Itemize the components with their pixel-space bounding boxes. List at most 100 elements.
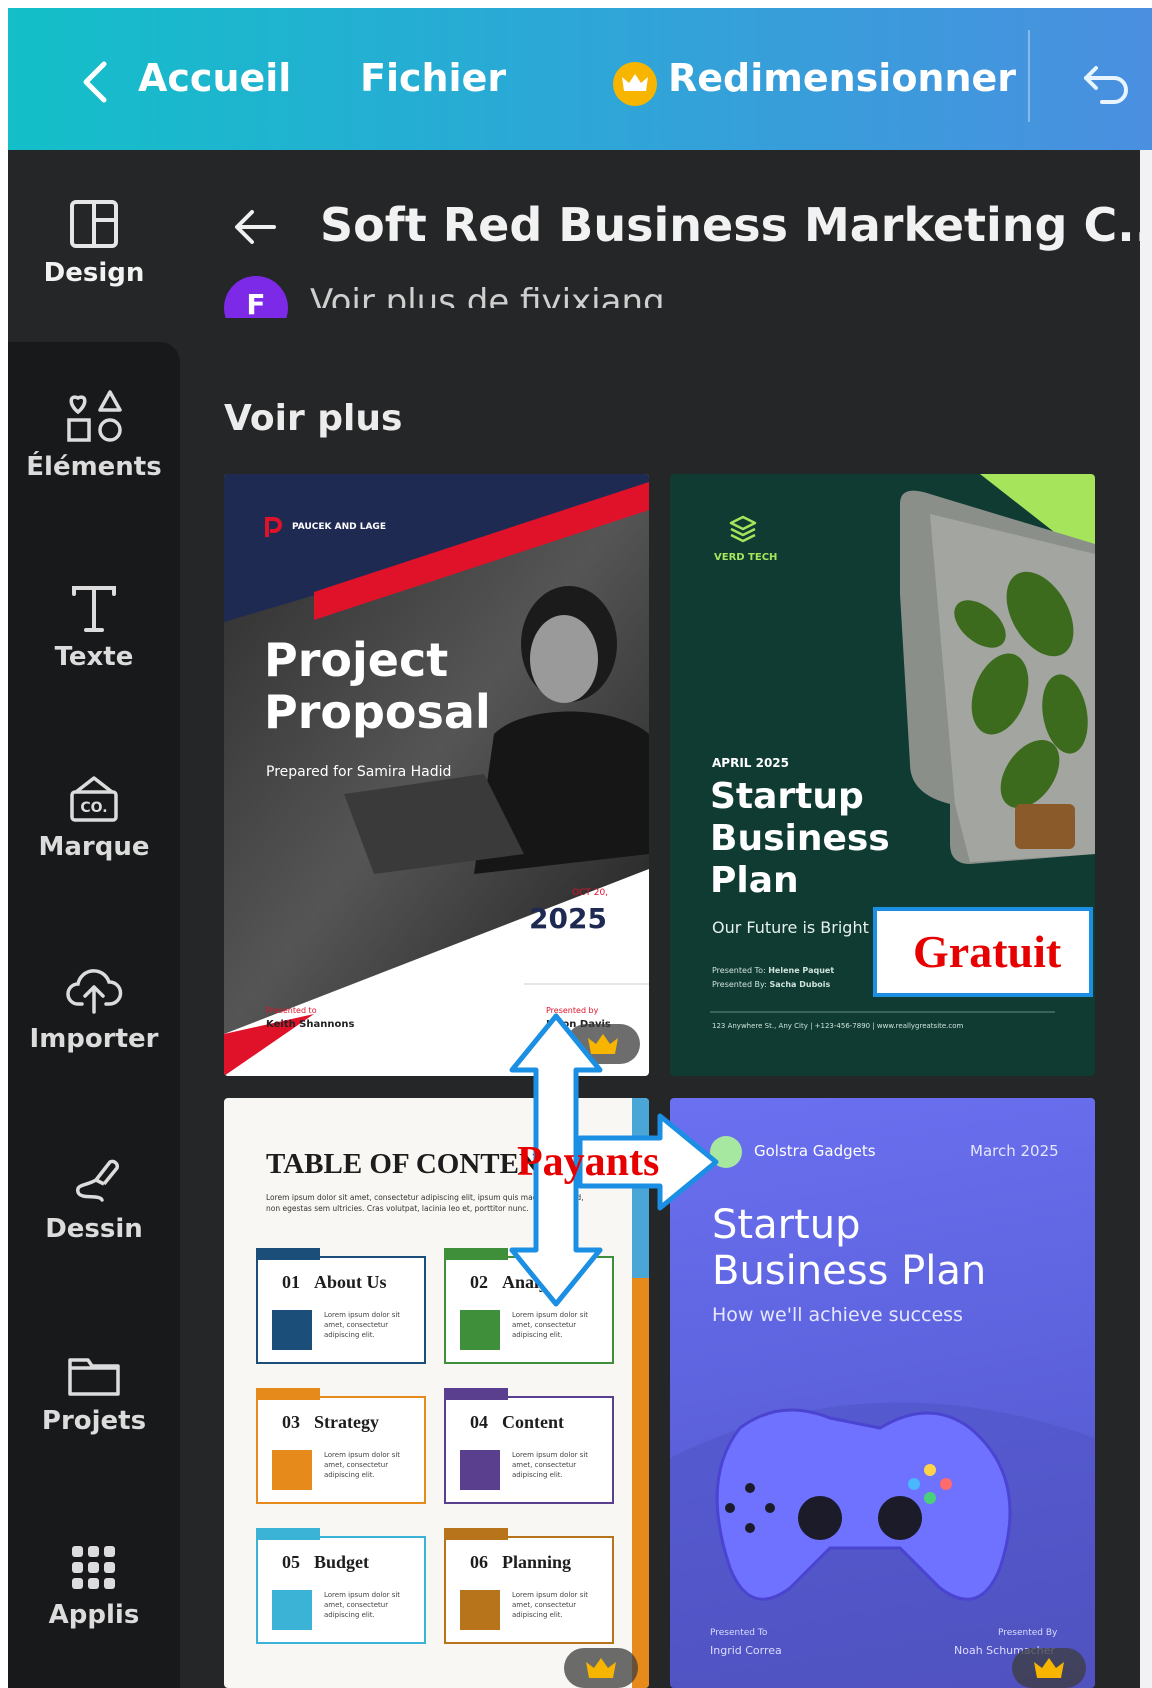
apps-grid-icon xyxy=(72,1546,115,1589)
toc-label: Analysis xyxy=(502,1272,568,1292)
brand-logo-icon xyxy=(710,1136,742,1168)
premium-badge xyxy=(564,1648,638,1688)
toc-tab xyxy=(256,1388,320,1400)
template-label: Presented to xyxy=(266,1006,317,1015)
free-annotation: Gratuit xyxy=(913,926,1062,977)
free-annotation-box: Gratuit xyxy=(873,907,1093,997)
sidebar-item-label: Texte xyxy=(54,642,134,672)
sidebar-item-label: Applis xyxy=(48,1600,140,1630)
brand-logo-icon xyxy=(729,515,757,543)
sidebar-item-label: Marque xyxy=(38,832,150,862)
toc-tab xyxy=(256,1248,320,1260)
brand-logo-icon xyxy=(265,517,282,537)
home-button[interactable]: Accueil xyxy=(138,56,291,100)
canvas-edge xyxy=(1140,150,1152,1688)
toc-item: 05 Budget Lorem ipsum dolor sit amet, cons… xyxy=(256,1528,426,1644)
sidebar-item-label: Importer xyxy=(29,1024,159,1054)
template-presented-by: Presented By: Sacha Dubois xyxy=(712,980,831,989)
toc-item-icon xyxy=(272,1590,312,1630)
toc-number: 04 xyxy=(470,1412,488,1432)
toc-label: About Us xyxy=(314,1272,387,1292)
shapes-icon xyxy=(67,390,122,442)
toc-heading: 04 Content xyxy=(470,1412,564,1433)
panel-title: Soft Red Business Marketing C... xyxy=(320,198,1152,252)
sidebar-item-label: Design xyxy=(43,258,145,288)
sidebar-item-draw[interactable]: Dessin xyxy=(8,1154,180,1244)
toc-description: Lorem ipsum dolor sit amet, consectetur … xyxy=(512,1311,589,1339)
crown-icon xyxy=(586,1658,616,1678)
toc-heading: 05 Budget xyxy=(282,1552,369,1573)
toolbar-divider xyxy=(1028,30,1030,122)
crown-icon xyxy=(1034,1658,1064,1678)
template-accent-bar xyxy=(632,1098,649,1278)
template-label: Presented By xyxy=(998,1628,1058,1638)
toc-description: Lorem ipsum dolor sit amet, consectetur … xyxy=(512,1451,589,1479)
section-title: Voir plus xyxy=(224,398,403,439)
toc-tab xyxy=(444,1388,508,1400)
template-artwork xyxy=(670,1402,1095,1688)
toc-heading: 02 Analysis xyxy=(470,1272,567,1293)
folder-icon xyxy=(68,1358,120,1396)
toc-label: Planning xyxy=(502,1552,572,1572)
sidebar-item-label: Éléments xyxy=(26,452,162,482)
template-date: APRIL 2025 xyxy=(712,756,790,770)
toc-description: Lorem ipsum dolor sit amet, consectetur … xyxy=(324,1591,401,1619)
template-date: OCT 20, xyxy=(572,888,609,898)
arrow-left-icon[interactable] xyxy=(232,204,278,250)
toc-description: Lorem ipsum dolor sit amet, consectetur … xyxy=(512,1591,589,1619)
toc-heading: 06 Planning xyxy=(470,1552,571,1573)
upload-cloud-icon xyxy=(66,969,123,1014)
template-card-table-of-contents[interactable]: TABLE OF CONTENTS Lorem ipsum dolor sit … xyxy=(224,1098,649,1688)
svg-text:CO.: CO. xyxy=(80,800,107,816)
template-card-project-proposal[interactable]: PAUCEK AND LAGE Project Proposal Prepare… xyxy=(224,474,649,1076)
resize-button[interactable]: Redimensionner xyxy=(668,56,1016,100)
template-presented-to: Presented To: Helene Paquet xyxy=(712,966,835,975)
layout-icon xyxy=(70,200,118,248)
toc-label: Content xyxy=(502,1412,564,1432)
toc-description: Lorem ipsum dolor sit amet, consectetur … xyxy=(324,1451,401,1479)
toc-tab xyxy=(256,1528,320,1540)
template-title: Proposal xyxy=(264,685,491,739)
template-title: Business Plan xyxy=(712,1248,987,1294)
template-title: Business xyxy=(710,818,890,859)
sidebar-item-upload[interactable]: Importer xyxy=(8,962,180,1054)
chevron-left-icon[interactable] xyxy=(78,60,112,104)
toc-item-icon xyxy=(460,1310,500,1350)
template-brand: VERD TECH xyxy=(714,552,778,563)
sidebar-item-brand[interactable]: CO. Marque xyxy=(8,772,180,862)
toc-label: Strategy xyxy=(314,1412,379,1432)
template-name: Keith Shannons xyxy=(266,1019,355,1030)
toc-heading: 03 Strategy xyxy=(282,1412,379,1433)
toc-item-icon xyxy=(272,1310,312,1350)
draw-icon xyxy=(76,1159,119,1202)
sidebar-item-projects[interactable]: Projets xyxy=(8,1352,180,1436)
toc-item: 06 Planning Lorem ipsum dolor sit amet, co… xyxy=(444,1528,614,1644)
toc-number: 03 xyxy=(282,1412,300,1432)
toc-heading: 01 About Us xyxy=(282,1272,387,1293)
top-toolbar: Accueil Fichier Redimensionner xyxy=(8,8,1152,150)
toc-number: 01 xyxy=(282,1272,300,1292)
template-year: 2025 xyxy=(529,902,607,935)
template-title: Startup xyxy=(710,776,864,817)
toc-item-icon xyxy=(272,1450,312,1490)
toc-item: 01 About Us Lorem ipsum dolor sit amet, co… xyxy=(256,1248,426,1364)
sidebar-item-label: Projets xyxy=(41,1406,147,1436)
template-subtitle: Prepared for Samira Hadid xyxy=(266,764,452,780)
toc-label: Budget xyxy=(314,1552,370,1572)
premium-badge xyxy=(566,1024,640,1064)
toc-description: Lorem ipsum dolor sit amet, consectetur … xyxy=(324,1311,401,1339)
toc-item: 02 Analysis Lorem ipsum dolor sit amet, co… xyxy=(444,1248,614,1364)
sidebar-item-elements[interactable]: Éléments xyxy=(8,388,180,482)
sidebar-item-text[interactable]: Texte xyxy=(8,584,180,672)
toc-item: 04 Content Lorem ipsum dolor sit amet, con… xyxy=(444,1388,614,1504)
template-intro: Lorem ipsum dolor sit amet, consectetur … xyxy=(266,1193,584,1213)
toc-item: 03 Strategy Lorem ipsum dolor sit amet, co… xyxy=(256,1388,426,1504)
sidebar-item-design[interactable]: Design xyxy=(8,198,180,288)
undo-icon[interactable] xyxy=(1080,60,1132,104)
file-menu-button[interactable]: Fichier xyxy=(360,56,506,100)
sidebar-item-apps[interactable]: Applis xyxy=(8,1544,180,1630)
template-card-startup-purple[interactable]: Golstra Gadgets March 2025 Startup Busin… xyxy=(670,1098,1095,1688)
paid-annotation: Payants xyxy=(517,1139,660,1185)
crown-icon xyxy=(588,1034,618,1054)
template-name: Ingrid Correa xyxy=(710,1644,782,1657)
